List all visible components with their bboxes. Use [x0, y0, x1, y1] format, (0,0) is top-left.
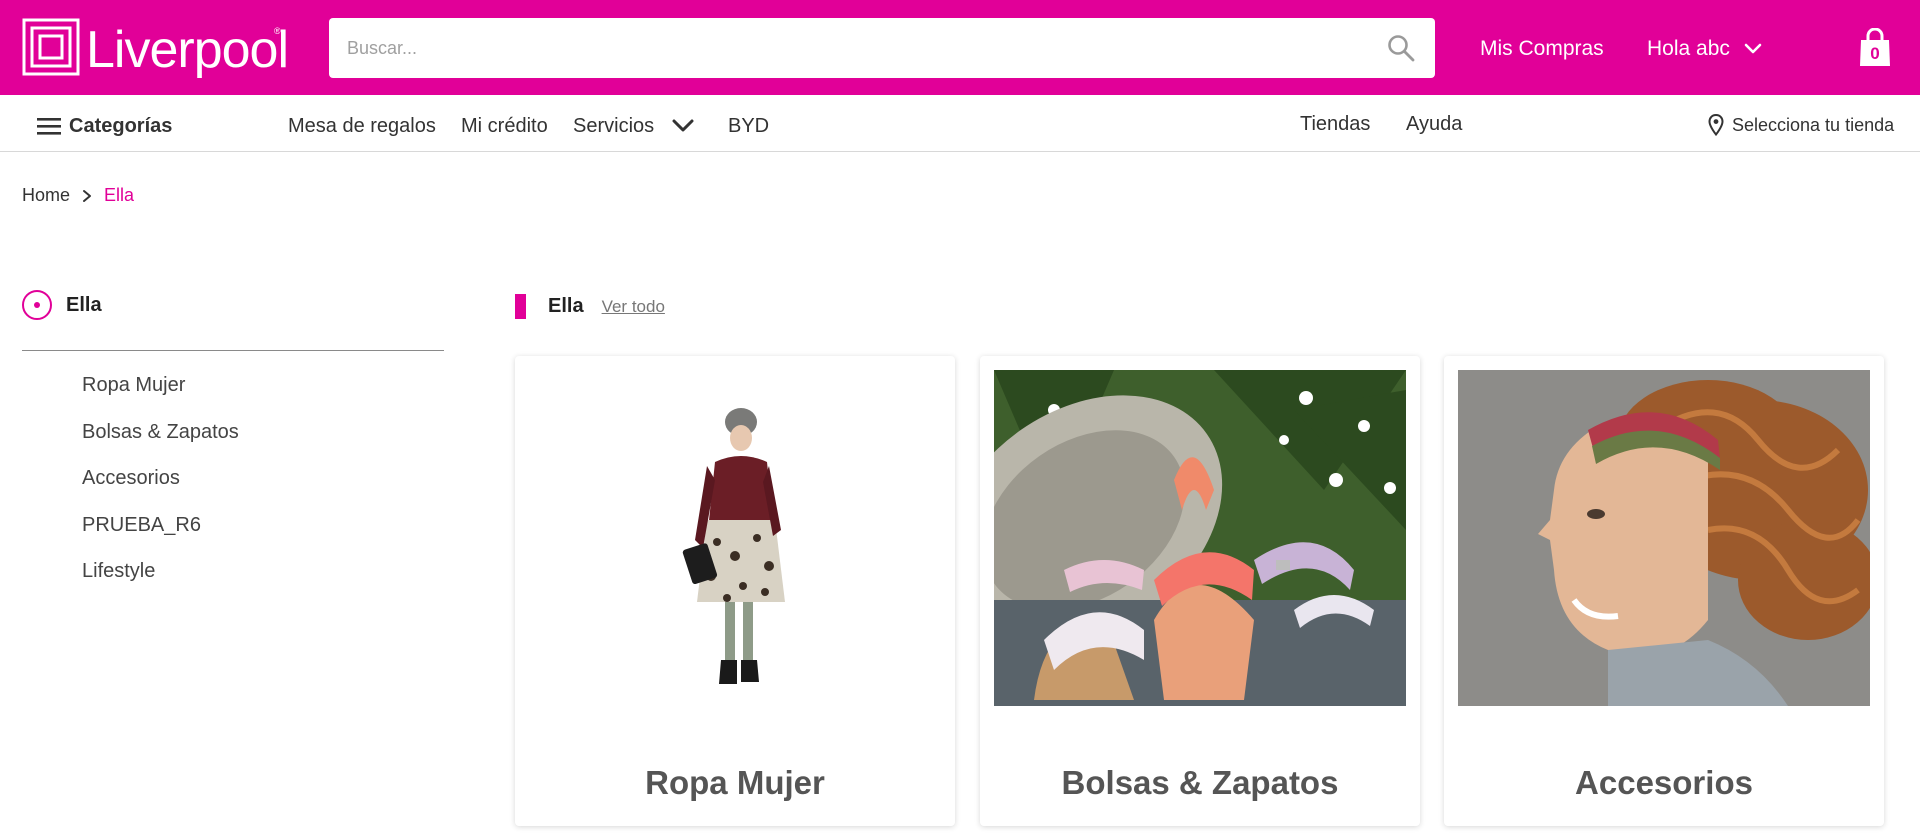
- account-menu[interactable]: Hola abc: [1647, 37, 1762, 61]
- sidebar-item-prueba-r6[interactable]: PRUEBA_R6: [82, 513, 239, 560]
- see-all-link[interactable]: Ver todo: [602, 297, 665, 317]
- chevron-down-icon: [672, 119, 694, 132]
- sidebar-item-accesorios[interactable]: Accesorios: [82, 466, 239, 513]
- nav-servicios[interactable]: Servicios: [573, 114, 694, 138]
- section-header: Ella Ver todo: [515, 294, 665, 319]
- search-icon[interactable]: [1387, 34, 1415, 62]
- liverpool-logo[interactable]: Liverpool ®: [22, 18, 292, 79]
- accesorios-image: [1458, 370, 1870, 706]
- radio-selected-icon: [22, 290, 52, 320]
- cart-count-badge: 0: [1870, 44, 1880, 63]
- bolsas-zapatos-image: [994, 370, 1406, 706]
- categories-label: Categorías: [69, 115, 173, 137]
- ropa-mujer-image: [529, 370, 941, 706]
- section-title: Ella: [548, 295, 584, 317]
- card-title-accesorios: Accesorios: [1575, 764, 1753, 801]
- chevron-down-icon: [1744, 43, 1762, 54]
- section-accent-bar: [515, 294, 526, 319]
- nav-ayuda[interactable]: Ayuda: [1406, 112, 1462, 136]
- account-greeting: Hola abc: [1647, 37, 1730, 60]
- card-title-bolsas-zapatos: Bolsas & Zapatos: [1061, 764, 1339, 801]
- card-title-ropa-mujer: Ropa Mujer: [645, 764, 825, 801]
- hamburger-menu-icon: [37, 118, 61, 135]
- select-store-button[interactable]: Selecciona tu tienda: [1708, 113, 1894, 137]
- nav-tiendas[interactable]: Tiendas: [1300, 112, 1370, 136]
- registered-mark: ®: [274, 26, 281, 36]
- sidebar-item-lifestyle[interactable]: Lifestyle: [82, 559, 239, 606]
- sidebar-heading: Ella: [66, 293, 102, 316]
- sidebar-category-ella[interactable]: Ella: [22, 290, 102, 320]
- mis-compras-link[interactable]: Mis Compras: [1480, 37, 1604, 61]
- select-store-label: Selecciona tu tienda: [1732, 115, 1895, 135]
- location-pin-icon: [1708, 114, 1724, 136]
- nav-byd[interactable]: BYD: [728, 114, 769, 138]
- main-navigation: Categorías Mesa de regalos Mi crédito Se…: [0, 95, 1920, 152]
- shopping-bag-button[interactable]: 0: [1858, 27, 1892, 68]
- breadcrumb: Home Ella: [22, 185, 134, 206]
- sidebar-divider: [22, 350, 444, 351]
- chevron-right-icon: [83, 189, 92, 202]
- category-card-bolsas-zapatos[interactable]: Bolsas & Zapatos: [980, 356, 1420, 826]
- logo-mark-icon: [22, 18, 80, 76]
- nav-mesa-de-regalos[interactable]: Mesa de regalos: [288, 114, 436, 138]
- breadcrumb-home[interactable]: Home: [22, 185, 70, 206]
- top-header: Liverpool ® Mis Compras Hola abc 0: [0, 0, 1920, 95]
- categories-menu-button[interactable]: Categorías: [37, 114, 172, 138]
- sidebar-subcategory-list: Ropa Mujer Bolsas & Zapatos Accesorios P…: [82, 373, 239, 606]
- logo-text: Liverpool: [86, 21, 289, 79]
- servicios-label: Servicios: [573, 115, 655, 137]
- sidebar-item-bolsas-zapatos[interactable]: Bolsas & Zapatos: [82, 420, 239, 467]
- breadcrumb-current: Ella: [104, 185, 135, 205]
- nav-mi-credito[interactable]: Mi crédito: [461, 114, 548, 138]
- search-box: [329, 18, 1435, 78]
- search-input[interactable]: [347, 18, 1347, 78]
- category-card-ropa-mujer[interactable]: Ropa Mujer: [515, 356, 955, 826]
- sidebar-item-ropa-mujer[interactable]: Ropa Mujer: [82, 373, 239, 420]
- category-card-accesorios[interactable]: Accesorios: [1444, 356, 1884, 826]
